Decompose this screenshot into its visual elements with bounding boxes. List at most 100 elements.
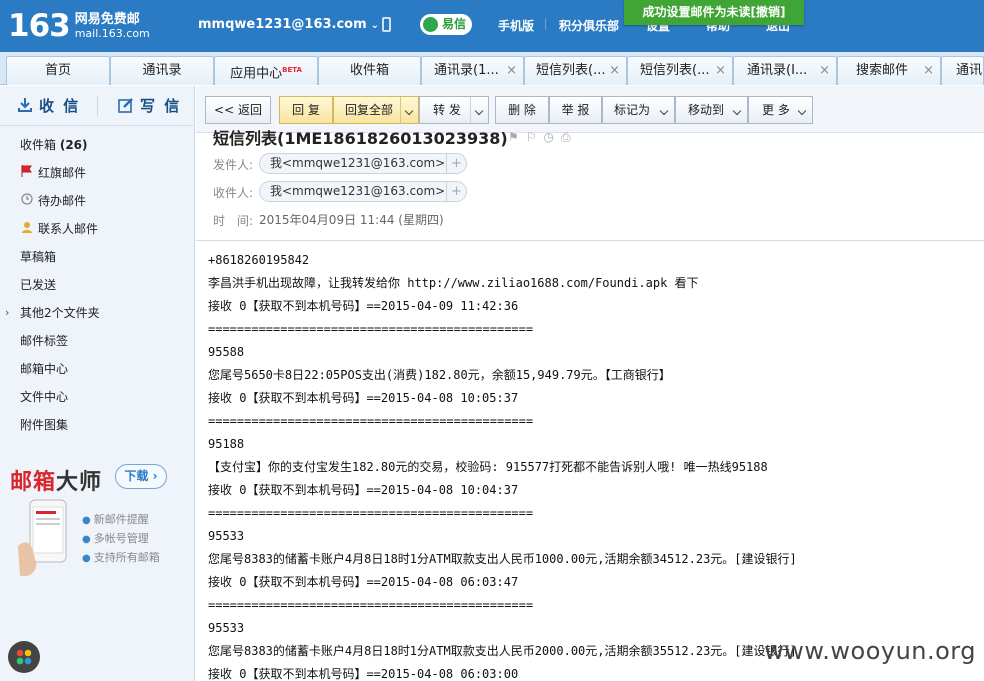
reply-all-button[interactable]: 回复全部 [333,96,419,124]
chevron-down-icon[interactable] [729,97,747,123]
body-line: +8618260195842 [208,253,310,267]
tab-contacts[interactable]: 通讯录 [110,56,214,85]
tab-contacts-2[interactable]: 通讯录(1... × [421,56,524,85]
back-button[interactable]: << 返回 [205,96,271,124]
close-icon[interactable]: × [609,57,620,84]
download-arrow-icon [18,98,32,112]
phone-hand-icon [18,499,67,576]
sidebar-item-drafts[interactable]: 草稿箱 [20,248,56,266]
mail-header: 短信列表(1ME1861826013023938) ⚑ ⚐ ◷ ⎙ 发件人: 我<mm… [196,129,984,241]
yixin-icon [423,17,438,32]
sidebar-item-sent[interactable]: 已发送 [20,276,56,294]
sidebar-item-attachments[interactable]: 附件图集 [20,416,68,434]
sidebar-item-mail-tags[interactable]: 邮件标签 [20,332,68,350]
body-line: 李昌洪手机出现故障，让我转发给你 http://www.ziliao1688.c… [208,276,699,290]
chevron-right-icon[interactable]: › [5,306,9,319]
clock-icon[interactable]: ◷ [544,130,554,144]
account-menu[interactable]: mmqwe1231@163.com ⌄ [198,17,379,32]
tab-sms-list-2[interactable]: 短信列表(... × [627,56,733,85]
body-line: ========================================… [208,322,534,336]
body-line: 95188 [208,437,245,451]
tab-contacts-4[interactable]: 通讯 [941,56,984,85]
top-header: 163 网易免费邮 mail.163.com mmqwe1231@163.com… [0,0,984,52]
promo-feature: ● 支持所有邮箱 [82,551,160,564]
pencil-icon [118,98,133,113]
flag-icon[interactable]: ⚐ [526,130,537,144]
to-label: 收件人: [213,186,254,200]
from-label: 发件人: [213,158,254,172]
sidebar-item-other-folders[interactable]: 其他2个文件夹 [20,304,100,322]
body-line: 接收 0【获取不到本机号码】==2015-04-08 10:05:37 [208,391,519,405]
report-button[interactable]: 举 报 [549,96,602,124]
reply-button[interactable]: 回 复 [279,96,333,124]
person-icon [20,220,33,238]
close-icon[interactable]: × [923,57,934,84]
mail-subject: 短信列表(1ME1861826013023938) [213,129,508,147]
body-line: 您尾号8383的储蓄卡账户4月8日18时1分ATM取款支出人民币1000.00元… [208,552,797,566]
tab-inbox[interactable]: 收件箱 [318,56,421,85]
move-to-button[interactable]: 移动到 [675,96,748,124]
more-button[interactable]: 更 多 [748,96,813,124]
forward-button[interactable]: 转 发 [419,96,489,124]
promo-feature: ● 新邮件提醒 [82,513,149,526]
chevron-down-icon[interactable] [400,97,418,123]
sidebar: 收 信 写 信 收件箱 (26) 红旗邮件 待办邮件 联系人邮件 草稿箱 已发送… [0,86,195,681]
sidebar-item-todo[interactable]: 待办邮件 [20,192,86,210]
tab-home[interactable]: 首页 [6,56,110,85]
tab-search-mail[interactable]: 搜索邮件 × [837,56,941,85]
mail-body: +8618260195842 李昌洪手机出现故障，让我转发给你 http://w… [208,252,978,681]
app-launcher-button[interactable] [8,641,40,673]
mobile-phone-icon[interactable] [382,17,391,32]
logo-number: 163 [8,8,71,44]
body-line: 【支付宝】你的支付宝发生182.80元的交易，校验码: 915577打死都不能告… [208,460,768,474]
body-line: 95533 [208,529,245,543]
recipient-address[interactable]: 我<mmqwe1231@163.com> + [259,181,467,202]
mobile-version-link[interactable]: 手机版 [498,17,534,34]
logo-title: 网易免费邮 [74,12,140,27]
chevron-down-icon[interactable] [470,97,488,123]
print-icon[interactable]: ⎙ [561,130,571,144]
inbox-count: (26) [59,138,88,152]
sidebar-item-mailbox-center[interactable]: 邮箱中心 [20,360,68,378]
add-contact-icon[interactable]: + [446,182,466,201]
clock-icon [20,192,33,210]
mark-as-button[interactable]: 标记为 [602,96,675,124]
logo[interactable]: 163 网易免费邮 mail.163.com [8,8,150,44]
sidebar-item-flagged[interactable]: 红旗邮件 [20,164,86,182]
sender-address[interactable]: 我<mmqwe1231@163.com> + [259,153,467,174]
body-line: 接收 0【获取不到本机号码】==2015-04-08 10:04:37 [208,483,519,497]
body-line: 95588 [208,345,245,359]
sidebar-item-contacts-mail[interactable]: 联系人邮件 [20,220,98,238]
points-club-link[interactable]: 积分俱乐部 [559,17,619,34]
mail-master-promo[interactable]: 邮箱大师 下载 › ● 新邮件提醒 ● 多帐号管理 ● 支持所有邮箱 [0,456,195,586]
download-button[interactable]: 下载 › [115,464,167,489]
tab-contacts-3[interactable]: 通讯录(I... × [733,56,837,85]
red-flag-icon [20,164,33,182]
logo-domain: mail.163.com [74,27,150,40]
sidebar-item-inbox[interactable]: 收件箱 (26) [20,136,88,154]
promo-feature: ● 多帐号管理 [82,532,149,545]
undo-link[interactable]: [撤销] [751,5,786,19]
body-line: 接收 0【获取不到本机号码】==2015-04-08 06:03:47 [208,575,519,589]
chevron-down-icon[interactable] [656,97,674,123]
tab-sms-list-1[interactable]: 短信列表(... × [524,56,627,85]
write-mail-button[interactable]: 写 信 [118,95,181,116]
body-line: ========================================… [208,506,534,520]
body-line: ========================================… [208,598,534,612]
mail-date: 2015年04月09日 11:44 (星期四) [259,213,444,227]
close-icon[interactable]: × [715,57,726,84]
chevron-down-icon[interactable] [794,97,812,123]
close-icon[interactable]: × [506,57,517,84]
toast-notification: 成功设置邮件为未读[撤销] [624,0,804,25]
tab-app-center[interactable]: 应用中心BETA [214,56,318,85]
bookmark-icon[interactable]: ⚑ [508,130,519,144]
receive-mail-button[interactable]: 收 信 [17,95,80,116]
delete-button[interactable]: 删 除 [495,96,549,124]
sidebar-item-file-center[interactable]: 文件中心 [20,388,68,406]
add-contact-icon[interactable]: + [446,154,466,173]
close-icon[interactable]: × [819,57,830,84]
yixin-button[interactable]: 易信 [420,14,472,35]
promo-title: 邮箱大师 [10,470,103,495]
body-line: 接收 0【获取不到本机号码】==2015-04-09 11:42:36 [208,299,519,313]
account-name: mmqwe1231@163.com [198,17,367,32]
